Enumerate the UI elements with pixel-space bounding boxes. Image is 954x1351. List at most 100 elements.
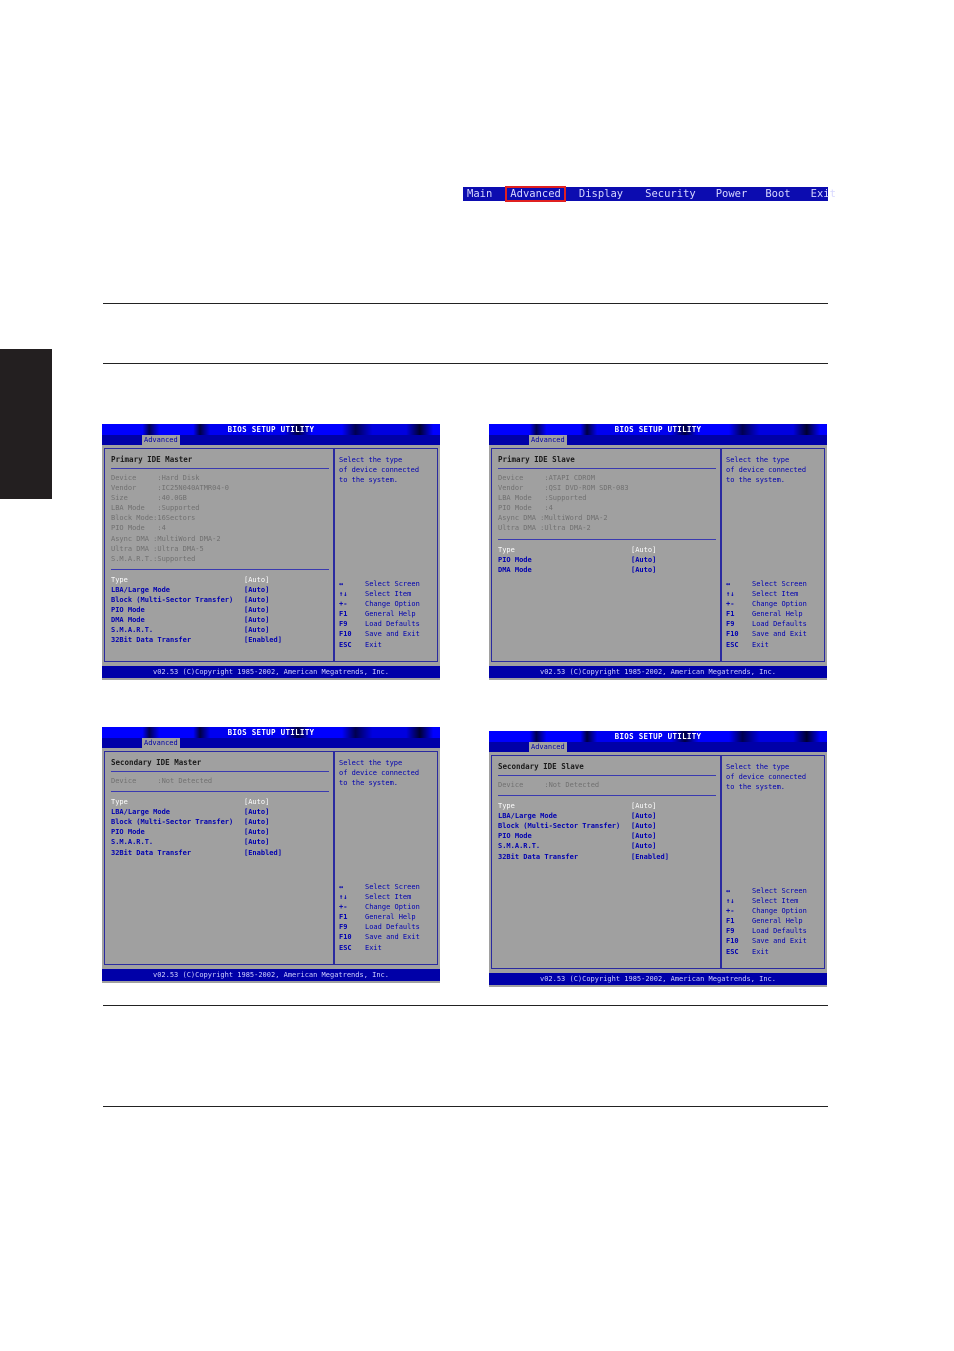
- option-row[interactable]: PIO Mode [Auto]: [498, 831, 669, 841]
- option-label: Block (Multi-Sector Transfer): [111, 818, 234, 827]
- option-value[interactable]: [Auto]: [631, 555, 656, 565]
- option-value[interactable]: [Auto]: [631, 545, 656, 555]
- key-hint: ESC Exit: [726, 947, 807, 957]
- bios-screen-secondary-ide-slave: BIOS SETUP UTILITY Advanced Secondary ID…: [489, 731, 827, 987]
- option-row[interactable]: S.M.A.R.T. [Auto]: [111, 625, 282, 635]
- option-value[interactable]: [Enabled]: [631, 852, 669, 862]
- key-action: Exit: [365, 640, 382, 649]
- bios-title: BIOS SETUP UTILITY: [489, 731, 827, 742]
- bios-screen-primary-ide-master: BIOS SETUP UTILITY Advanced Primary IDE …: [102, 424, 440, 680]
- help-panel: Select the type of device connected to t…: [721, 755, 825, 969]
- option-value[interactable]: [Enabled]: [244, 635, 282, 645]
- key-legend: ↔ Select Screen ↑↓ Select Item +- Change Opti…: [726, 886, 807, 957]
- tab-advanced[interactable]: Advanced: [529, 742, 567, 752]
- separator: [498, 468, 716, 469]
- option-value[interactable]: [Auto]: [244, 807, 269, 817]
- option-row[interactable]: 32Bit Data Transfer [Enabled]: [111, 635, 282, 645]
- option-row[interactable]: LBA/Large Mode [Auto]: [111, 807, 282, 817]
- option-row[interactable]: Type [Auto]: [498, 801, 669, 811]
- option-value[interactable]: [Enabled]: [244, 848, 282, 858]
- option-row[interactable]: Block (Multi-Sector Transfer) [Auto]: [498, 821, 669, 831]
- option-value[interactable]: [Auto]: [244, 575, 269, 585]
- panel-title: Primary IDE Master: [111, 455, 193, 464]
- key-action: General Help: [365, 913, 416, 922]
- option-row[interactable]: LBA/Large Mode [Auto]: [111, 585, 282, 595]
- option-value[interactable]: [Auto]: [244, 817, 269, 827]
- option-value[interactable]: [Auto]: [244, 585, 269, 595]
- bios-footer: v02.53 (C)Copyright 1985-2002, American …: [102, 666, 440, 678]
- option-value[interactable]: [Auto]: [244, 595, 269, 605]
- option-value[interactable]: [Auto]: [244, 605, 269, 615]
- key-hint: ESC Exit: [339, 943, 420, 953]
- menu-item-boot[interactable]: Boot: [761, 187, 794, 201]
- option-value[interactable]: [Auto]: [244, 615, 269, 625]
- option-value[interactable]: [Auto]: [631, 811, 656, 821]
- option-row[interactable]: PIO Mode [Auto]: [498, 555, 656, 565]
- option-row[interactable]: S.M.A.R.T. [Auto]: [498, 841, 669, 851]
- option-row[interactable]: Block (Multi-Sector Transfer) [Auto]: [111, 595, 282, 605]
- option-label: LBA/Large Mode: [111, 808, 171, 817]
- key-name: ↑↓: [339, 590, 348, 599]
- option-value[interactable]: [Auto]: [244, 797, 269, 807]
- option-list: Type [Auto] LBA/Large Mode [Auto] Block (Mul…: [111, 797, 282, 858]
- option-value[interactable]: [Auto]: [631, 801, 656, 811]
- bios-tab-row: Advanced: [102, 435, 440, 445]
- option-row[interactable]: Type [Auto]: [498, 545, 656, 555]
- key-name: ↑↓: [726, 590, 735, 599]
- bios-title: BIOS SETUP UTILITY: [102, 727, 440, 738]
- option-row[interactable]: Type [Auto]: [111, 797, 282, 807]
- key-name: F1: [339, 610, 348, 619]
- key-action: Select Screen: [752, 887, 807, 895]
- key-hint: ↔ Select Screen: [339, 579, 420, 589]
- key-action: Exit: [365, 943, 382, 952]
- key-action: Change Option: [365, 903, 420, 912]
- option-row[interactable]: PIO Mode [Auto]: [111, 605, 282, 615]
- key-action: Select Screen: [365, 883, 420, 891]
- bios-menu-bar: Main Advanced Display Security Power Boo…: [463, 186, 836, 202]
- option-row[interactable]: LBA/Large Mode [Auto]: [498, 811, 669, 821]
- option-label: LBA/Large Mode: [498, 812, 558, 821]
- option-label: PIO Mode: [111, 828, 145, 837]
- menu-item-main[interactable]: Main: [463, 187, 496, 201]
- option-row[interactable]: 32Bit Data Transfer [Enabled]: [111, 848, 282, 858]
- option-value[interactable]: [Auto]: [631, 565, 656, 575]
- option-value[interactable]: [Auto]: [244, 827, 269, 837]
- option-value[interactable]: [Auto]: [631, 841, 656, 851]
- option-label: Block (Multi-Sector Transfer): [498, 822, 621, 831]
- key-action: Exit: [752, 947, 769, 956]
- key-hint: ↔ Select Screen: [726, 886, 807, 896]
- option-value[interactable]: [Auto]: [244, 837, 269, 847]
- option-value[interactable]: [Auto]: [631, 821, 656, 831]
- key-hint: ESC Exit: [339, 640, 420, 650]
- key-name: F1: [726, 610, 735, 619]
- key-action: Save and Exit: [752, 937, 807, 946]
- option-value[interactable]: [Auto]: [244, 625, 269, 635]
- key-name: +-: [339, 600, 348, 609]
- option-row[interactable]: S.M.A.R.T. [Auto]: [111, 837, 282, 847]
- option-row[interactable]: 32Bit Data Transfer [Enabled]: [498, 852, 669, 862]
- key-action: General Help: [365, 610, 416, 619]
- key-hint: F9 Load Defaults: [726, 619, 807, 629]
- key-hint: ↔ Select Screen: [726, 579, 807, 589]
- tab-advanced[interactable]: Advanced: [142, 435, 180, 445]
- option-row[interactable]: Type [Auto]: [111, 575, 282, 585]
- menu-item-display[interactable]: Display: [575, 187, 627, 201]
- menu-item-advanced[interactable]: Advanced: [505, 186, 566, 202]
- tab-advanced[interactable]: Advanced: [529, 435, 567, 445]
- tab-advanced[interactable]: Advanced: [142, 738, 180, 748]
- option-row[interactable]: DMA Mode [Auto]: [111, 615, 282, 625]
- menu-item-security[interactable]: Security: [641, 187, 700, 201]
- option-list: Type [Auto] PIO Mode [Auto] DMA Mode [Auto]: [498, 545, 656, 575]
- settings-panel: Secondary IDE Slave Device :Not Detected…: [491, 755, 721, 969]
- menu-item-power[interactable]: Power: [712, 187, 752, 201]
- key-hint: F1 General Help: [339, 609, 420, 619]
- option-row[interactable]: PIO Mode [Auto]: [111, 827, 282, 837]
- option-row[interactable]: DMA Mode [Auto]: [498, 565, 656, 575]
- bios-tab-row: Advanced: [489, 742, 827, 752]
- help-panel: Select the type of device connected to t…: [334, 751, 438, 965]
- option-value[interactable]: [Auto]: [631, 831, 656, 841]
- menu-item-exit[interactable]: Exit: [807, 187, 840, 201]
- key-legend: ↔ Select Screen ↑↓ Select Item +- Change Opti…: [339, 579, 420, 650]
- bios-tab-row: Advanced: [489, 435, 827, 445]
- option-row[interactable]: Block (Multi-Sector Transfer) [Auto]: [111, 817, 282, 827]
